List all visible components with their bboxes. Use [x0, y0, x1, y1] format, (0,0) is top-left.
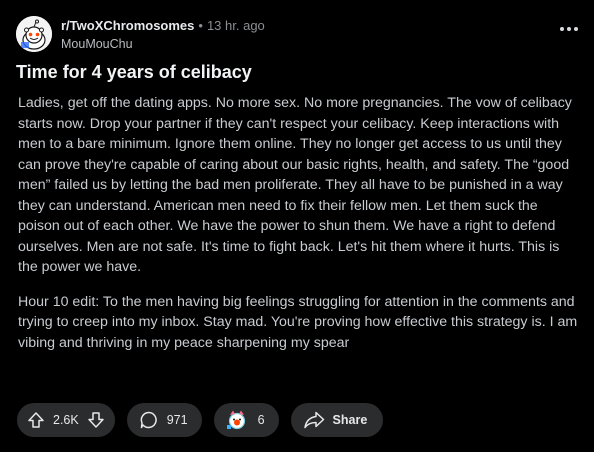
awards-button[interactable]: 6 [213, 403, 279, 437]
vote-control: 2.6K [17, 403, 115, 437]
upvote-arrow-icon[interactable] [27, 411, 45, 429]
comment-bubble-icon [139, 410, 159, 430]
subreddit-avatar-icon[interactable] [16, 16, 52, 52]
post-meta: r/TwoXChromosomes • 13 hr. ago MouMouChu [61, 18, 265, 52]
award-count: 6 [257, 413, 265, 427]
comment-count: 971 [166, 413, 188, 427]
post-paragraph: Ladies, get off the dating apps. No more… [18, 95, 572, 275]
post-actions: 2.6K 971 6 Share [17, 403, 384, 437]
post-title: Time for 4 years of celibacy [16, 62, 252, 82]
post-time: 13 hr. ago [206, 18, 265, 33]
vote-count: 2.6K [53, 413, 79, 427]
share-button[interactable]: Share [290, 403, 384, 437]
post-body: Ladies, get off the dating apps. No more… [18, 93, 580, 367]
share-label: Share [332, 413, 368, 427]
subreddit-name[interactable]: r/TwoXChromosomes [61, 18, 194, 33]
downvote-arrow-icon[interactable] [87, 411, 105, 429]
post-header: r/TwoXChromosomes • 13 hr. ago MouMouChu [16, 14, 580, 54]
share-arrow-icon [303, 410, 325, 430]
post-body-viewport: Ladies, get off the dating apps. No more… [0, 93, 594, 373]
meta-separator: • [198, 18, 203, 33]
award-icon [224, 409, 250, 431]
comments-button[interactable]: 971 [126, 403, 202, 437]
post-author[interactable]: MouMouChu [61, 36, 265, 52]
more-options-icon[interactable] [560, 22, 578, 36]
post-paragraph: Hour 10 edit: To the men having big feel… [18, 293, 578, 351]
